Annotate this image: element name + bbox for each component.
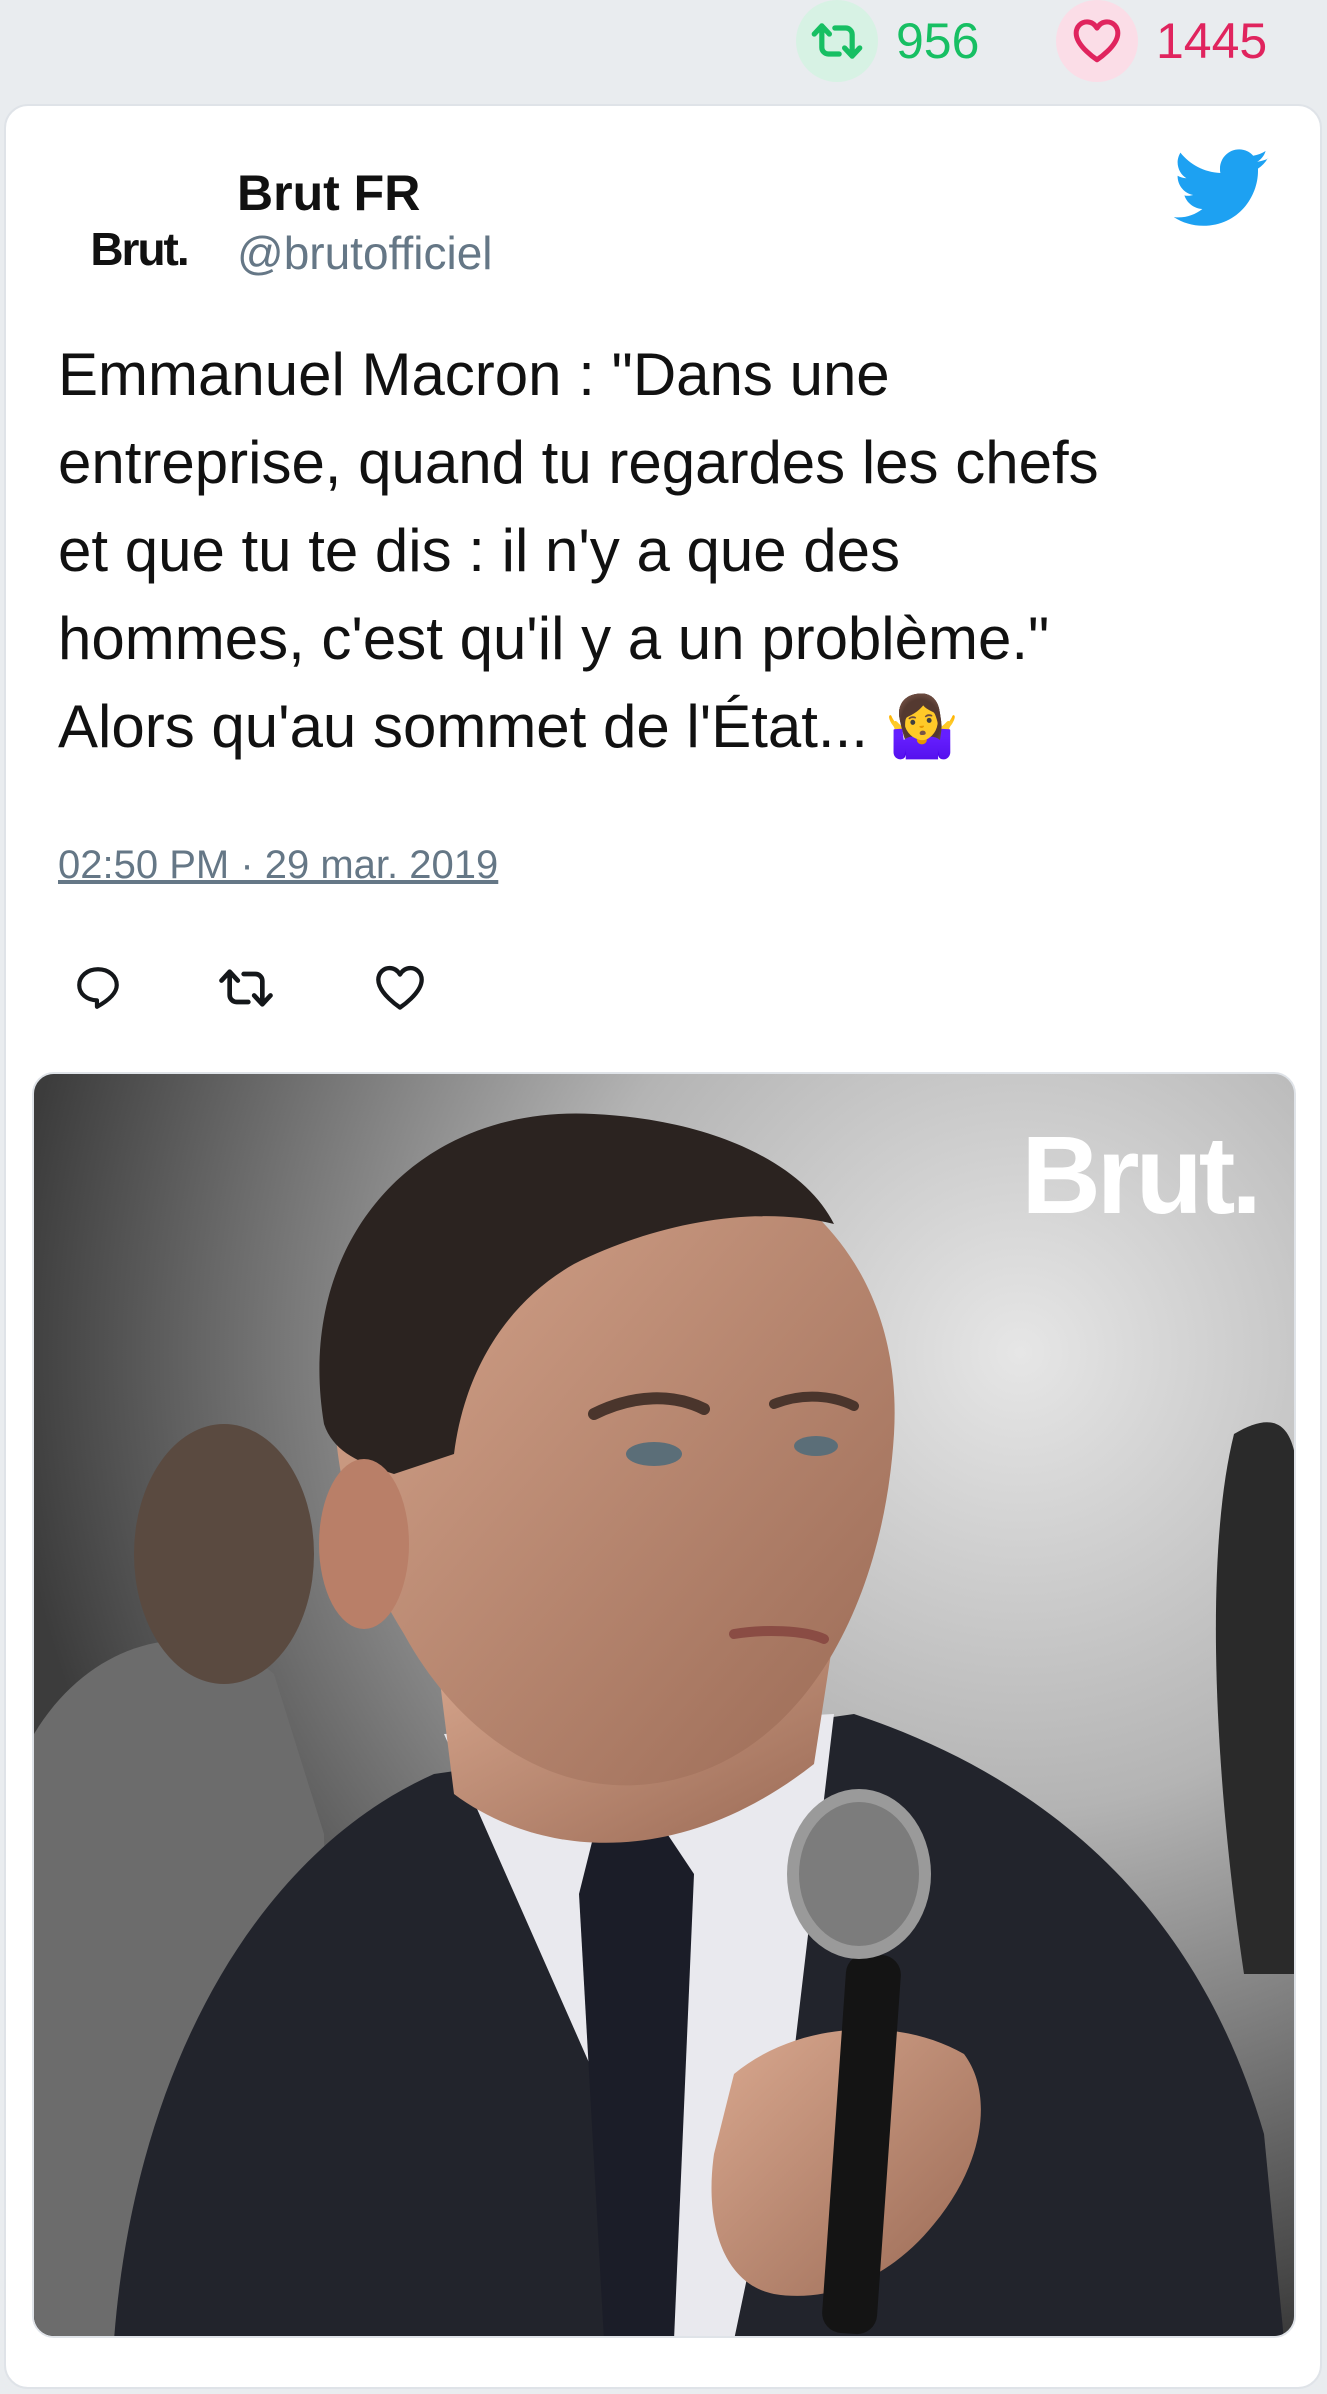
tweet-text: Emmanuel Macron : "Dans une entreprise, … bbox=[58, 341, 1099, 760]
engagement-stats-bar: 956 1445 bbox=[0, 0, 1327, 100]
avatar-logo-text: Brut. bbox=[90, 223, 189, 275]
reply-icon bbox=[77, 967, 119, 1009]
avatar[interactable]: Brut. bbox=[64, 174, 214, 324]
tweet-card: Brut. Brut FR @brutofficiel Emmanuel Mac… bbox=[4, 104, 1322, 2389]
tweet-timestamp[interactable]: 02:50 PM · 29 mar. 2019 bbox=[58, 843, 498, 888]
heart-icon bbox=[1056, 0, 1138, 82]
twitter-bird-icon[interactable] bbox=[1174, 148, 1270, 230]
like-button[interactable] bbox=[372, 960, 428, 1016]
retweet-icon bbox=[219, 969, 273, 1007]
like-count: 1445 bbox=[1156, 13, 1268, 69]
display-name[interactable]: Brut FR bbox=[237, 164, 420, 222]
video-thumbnail bbox=[34, 1074, 1294, 2336]
retweet-count-stat[interactable]: 956 bbox=[796, 0, 979, 82]
reply-button[interactable] bbox=[70, 960, 126, 1016]
retweet-count: 956 bbox=[896, 13, 980, 69]
like-count-stat[interactable]: 1445 bbox=[1056, 0, 1267, 82]
tweet-media-video[interactable]: Brut. bbox=[32, 1072, 1296, 2338]
tweet-actions bbox=[70, 960, 428, 1020]
retweet-button[interactable] bbox=[218, 960, 274, 1016]
retweet-icon bbox=[796, 0, 878, 82]
user-handle[interactable]: @brutofficiel bbox=[237, 226, 493, 280]
heart-icon bbox=[376, 965, 424, 1010]
media-watermark: Brut. bbox=[1021, 1114, 1262, 1237]
